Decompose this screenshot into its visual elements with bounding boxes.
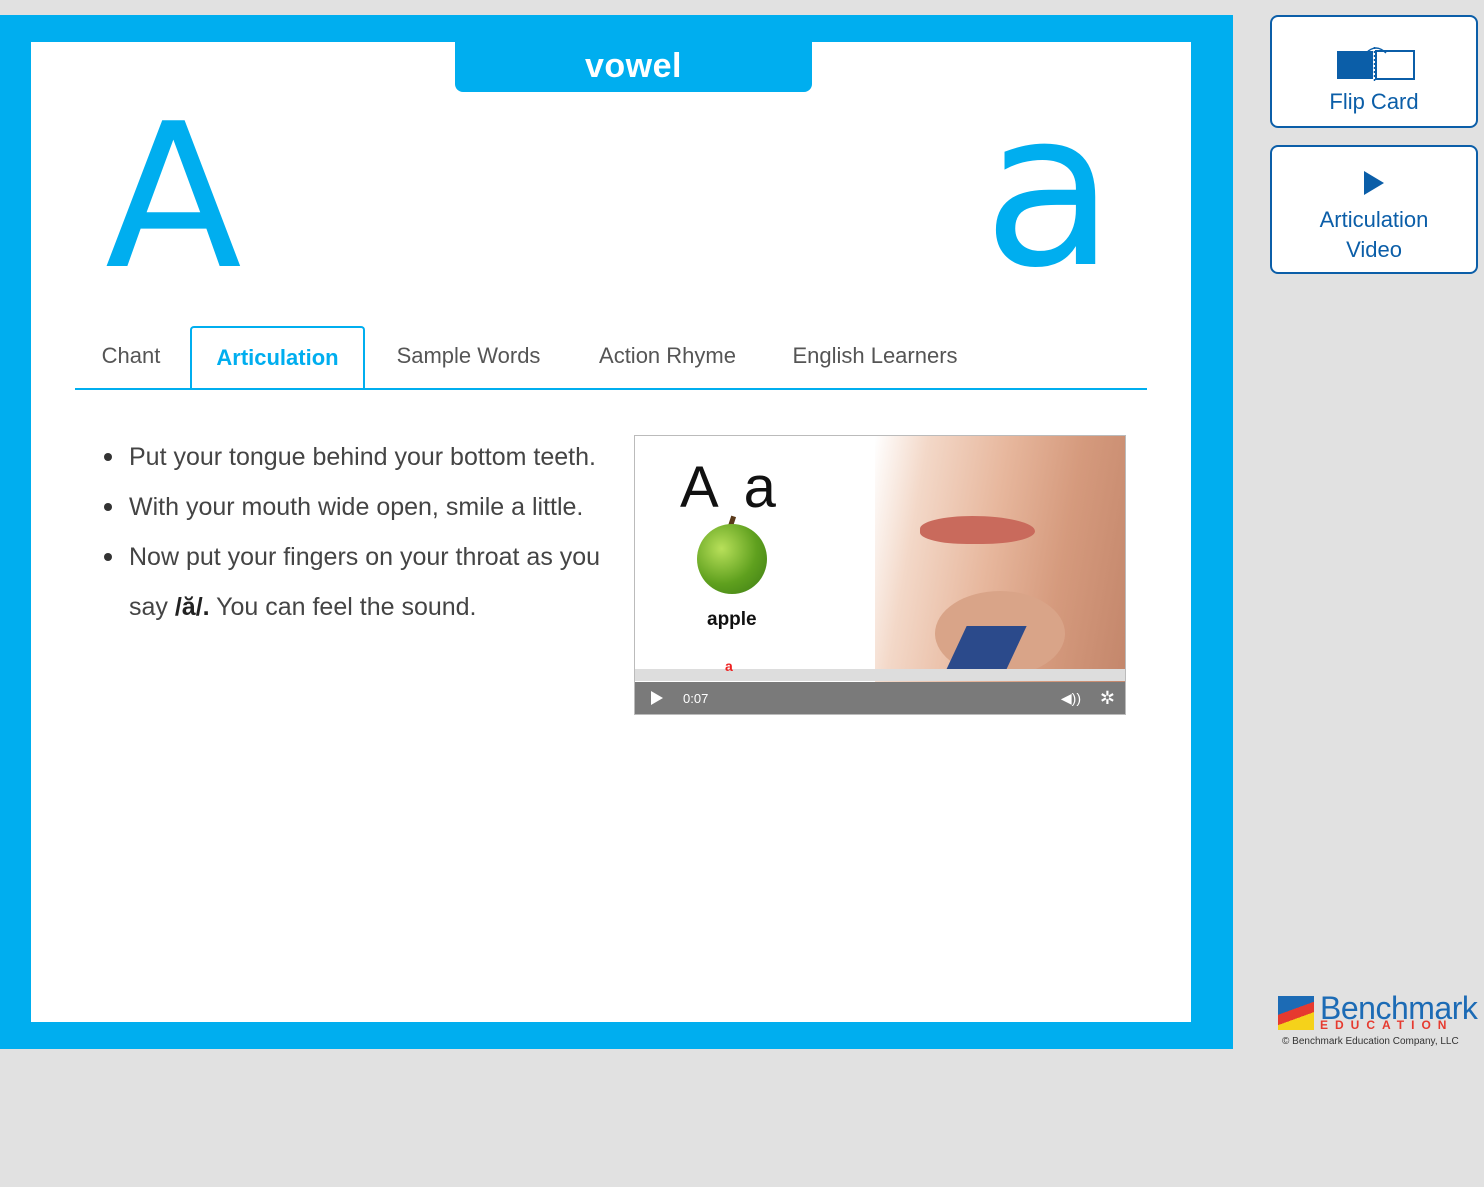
- letter-card: vowel A a Chant Articulation Sample Word…: [0, 15, 1233, 1049]
- play-icon[interactable]: [651, 691, 663, 705]
- instruction-item: With your mouth wide open, smile a littl…: [104, 482, 629, 532]
- apple-image: [697, 524, 767, 594]
- instruction-item: Now put your fingers on your throat as y…: [104, 532, 629, 632]
- video-controls: 0:07 ◀)) ✲: [635, 682, 1125, 714]
- flip-card-icon: [1337, 47, 1415, 81]
- video-time: 0:07: [683, 690, 709, 706]
- lowercase-letter: a: [983, 64, 1115, 315]
- video-marker: a: [725, 658, 733, 674]
- uppercase-letter: A: [105, 81, 242, 314]
- logo-mark-icon: [1278, 996, 1314, 1030]
- volume-icon[interactable]: ◀)): [1061, 690, 1081, 707]
- flip-card-label: Flip Card: [1329, 89, 1419, 114]
- tab-english-learners[interactable]: English Learners: [780, 326, 970, 386]
- speaker-lips: [920, 516, 1035, 544]
- benchmark-logo: Benchmark EDUCATION © Benchmark Educatio…: [1278, 990, 1478, 1050]
- flip-card-button[interactable]: Flip Card: [1270, 15, 1478, 128]
- tab-bar: Chant Articulation Sample Words Action R…: [75, 326, 1147, 390]
- tab-chant[interactable]: Chant: [83, 326, 179, 386]
- category-tab: vowel: [455, 40, 812, 92]
- card-content: vowel A a Chant Articulation Sample Word…: [31, 40, 1191, 1022]
- picture-word: apple: [707, 609, 757, 630]
- articulation-video-label: Articulation Video: [1272, 205, 1476, 265]
- play-icon: [1364, 171, 1384, 195]
- phoneme-symbol: /ă/.: [174, 593, 210, 621]
- articulation-video-player[interactable]: A a apple a 0:07 ◀)) ✲: [634, 435, 1126, 715]
- articulation-video-button[interactable]: Articulation Video: [1270, 145, 1478, 274]
- tab-sample-words[interactable]: Sample Words: [381, 326, 556, 386]
- logo-subtitle: EDUCATION: [1320, 1018, 1454, 1032]
- instruction-text: You can feel the sound.: [209, 593, 477, 621]
- video-progress-bar[interactable]: [635, 669, 1125, 681]
- tab-action-rhyme[interactable]: Action Rhyme: [585, 326, 750, 386]
- tab-articulation[interactable]: Articulation: [190, 326, 365, 388]
- gear-icon[interactable]: ✲: [1100, 688, 1115, 709]
- articulation-instructions: Put your tongue behind your bottom teeth…: [97, 432, 629, 632]
- label-line: Video: [1346, 237, 1402, 262]
- instruction-item: Put your tongue behind your bottom teeth…: [104, 432, 629, 482]
- video-letters: A a: [680, 455, 782, 520]
- copyright-text: © Benchmark Education Company, LLC: [1282, 1036, 1459, 1047]
- label-line: Articulation: [1319, 207, 1429, 232]
